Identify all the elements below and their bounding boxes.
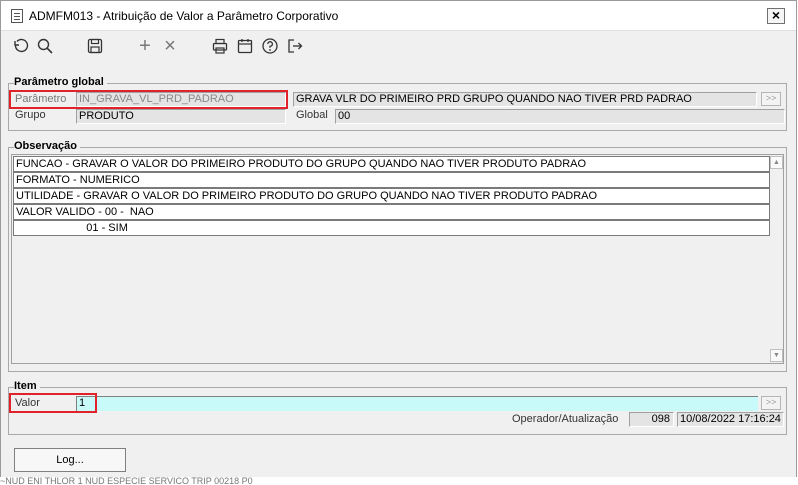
- observacao-line: UTILIDADE - GRAVAR O VALOR DO PRIMEIRO P…: [13, 188, 770, 204]
- observacao-line: VALOR VALIDO - 00 - NAO: [13, 204, 770, 220]
- observacao-line: FUNCAO - GRAVAR O VALOR DO PRIMEIRO PROD…: [13, 156, 770, 172]
- close-button[interactable]: ×: [767, 8, 785, 24]
- print-icon[interactable]: [209, 35, 231, 57]
- global-field: 00: [335, 109, 785, 124]
- observacao-line: 01 - SIM: [13, 220, 770, 236]
- valor-highlight: [9, 393, 97, 413]
- log-button[interactable]: Log...: [14, 448, 126, 472]
- search-icon[interactable]: [34, 35, 56, 57]
- add-icon[interactable]: +: [134, 35, 156, 57]
- atualizacao-field: 10/08/2022 17:16:24: [677, 412, 784, 427]
- parametro-description-field: GRAVA VLR DO PRIMEIRO PRD GRUPO QUANDO N…: [293, 92, 757, 107]
- form-icon: [11, 9, 23, 23]
- window-title: ADMFM013 - Atribuição de Valor a Parâmet…: [29, 9, 339, 23]
- save-icon[interactable]: [84, 35, 106, 57]
- calendar-icon[interactable]: [234, 35, 256, 57]
- operador-field: 098: [629, 412, 674, 427]
- background-window-strip: ~NUD ENI THLOR 1 NUD ESPECIE SERVICO TRI…: [0, 477, 798, 485]
- observacao-textarea[interactable]: FUNCAO - GRAVAR O VALOR DO PRIMEIRO PROD…: [11, 154, 784, 364]
- title-bar: ADMFM013 - Atribuição de Valor a Parâmet…: [1, 1, 796, 31]
- parametro-lookup-button[interactable]: >>: [761, 92, 781, 106]
- grupo-field: PRODUTO: [76, 109, 286, 124]
- scroll-down-arrow-icon[interactable]: ▼: [770, 349, 783, 362]
- exit-icon[interactable]: [284, 35, 306, 57]
- parametro-global-title: Parâmetro global: [14, 76, 107, 88]
- item-title: Item: [14, 380, 40, 392]
- operador-label: Operador/Atualização: [512, 413, 619, 425]
- parametro-highlight: [9, 90, 288, 109]
- delete-icon[interactable]: ×: [159, 35, 181, 57]
- observacao-line: FORMATO - NUMERICO: [13, 172, 770, 188]
- valor-input[interactable]: 1: [76, 396, 758, 411]
- dialog-window: ADMFM013 - Atribuição de Valor a Parâmet…: [0, 0, 797, 484]
- grupo-label: Grupo: [15, 109, 46, 121]
- global-label: Global: [296, 109, 328, 121]
- help-icon[interactable]: [259, 35, 281, 57]
- valor-lookup-button[interactable]: >>: [761, 396, 781, 410]
- observacao-title: Observação: [14, 140, 80, 152]
- undo-icon[interactable]: [9, 35, 31, 57]
- scroll-up-arrow-icon[interactable]: ▲: [770, 156, 783, 169]
- item-group: [8, 387, 787, 435]
- toolbar: + ×: [1, 31, 796, 63]
